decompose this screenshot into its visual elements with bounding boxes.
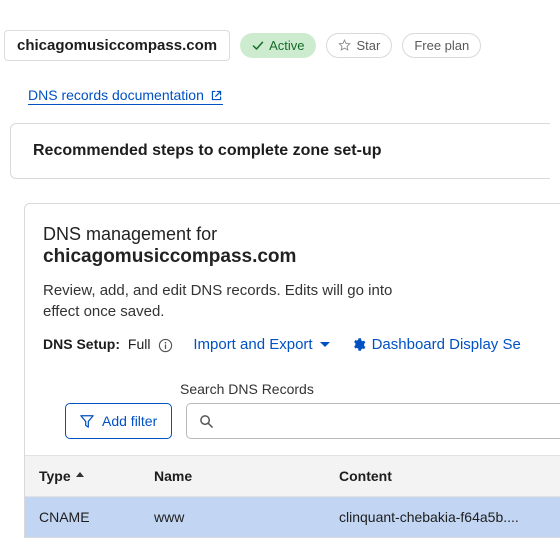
setup-steps-title: Recommended steps to complete zone set-u… [33, 142, 528, 160]
gear-icon [351, 337, 366, 352]
search-label: Search DNS Records [25, 371, 560, 403]
check-icon [252, 40, 264, 52]
add-filter-label: Add filter [102, 413, 157, 429]
dns-title-domain: chicagomusiccompass.com [43, 246, 542, 268]
import-export-label: Import and Export [193, 336, 312, 353]
dns-docs-label: DNS records documentation [28, 87, 204, 103]
dns-title-prefix: DNS management for [43, 224, 542, 245]
caret-down-icon [319, 339, 331, 351]
dashboard-display-label: Dashboard Display Se [372, 336, 521, 353]
star-button[interactable]: Star [326, 33, 392, 58]
dns-setup: DNS Setup: Full [43, 336, 173, 353]
dns-setup-label: DNS Setup: [43, 336, 120, 352]
plan-pill: Free plan [402, 33, 481, 58]
dns-management-panel: DNS management for chicagomusiccompass.c… [24, 203, 560, 538]
info-icon[interactable] [158, 338, 173, 353]
filter-icon [80, 414, 94, 428]
cell-content: clinquant-chebakia-f64a5b.... [339, 509, 546, 525]
setup-steps-panel[interactable]: Recommended steps to complete zone set-u… [10, 123, 550, 179]
search-input[interactable] [214, 413, 548, 429]
sort-asc-icon [75, 471, 85, 481]
table-row[interactable]: CNAME www clinquant-chebakia-f64a5b.... [25, 497, 560, 537]
status-label: Active [269, 38, 304, 53]
page-header: chicagomusiccompass.com Active Star Free… [0, 0, 560, 71]
search-icon [199, 414, 214, 429]
column-header-content[interactable]: Content [339, 468, 546, 484]
column-header-type-label: Type [39, 468, 71, 484]
import-export-link[interactable]: Import and Export [193, 336, 330, 353]
star-label: Star [356, 38, 380, 53]
dashboard-display-link[interactable]: Dashboard Display Se [351, 336, 521, 353]
star-icon [338, 39, 351, 52]
domain-badge[interactable]: chicagomusiccompass.com [4, 30, 230, 61]
dns-docs-link[interactable]: DNS records documentation [28, 87, 223, 105]
add-filter-button[interactable]: Add filter [65, 403, 172, 439]
column-header-name[interactable]: Name [154, 468, 339, 484]
cell-type: CNAME [39, 509, 154, 525]
column-header-type[interactable]: Type [39, 468, 154, 484]
cell-name: www [154, 509, 339, 525]
external-link-icon [210, 89, 223, 102]
status-pill: Active [240, 33, 316, 58]
table-header: Type Name Content [25, 455, 560, 497]
dns-description: Review, add, and edit DNS records. Edits… [43, 280, 423, 322]
dns-setup-value: Full [128, 336, 151, 352]
search-box[interactable] [186, 403, 560, 439]
